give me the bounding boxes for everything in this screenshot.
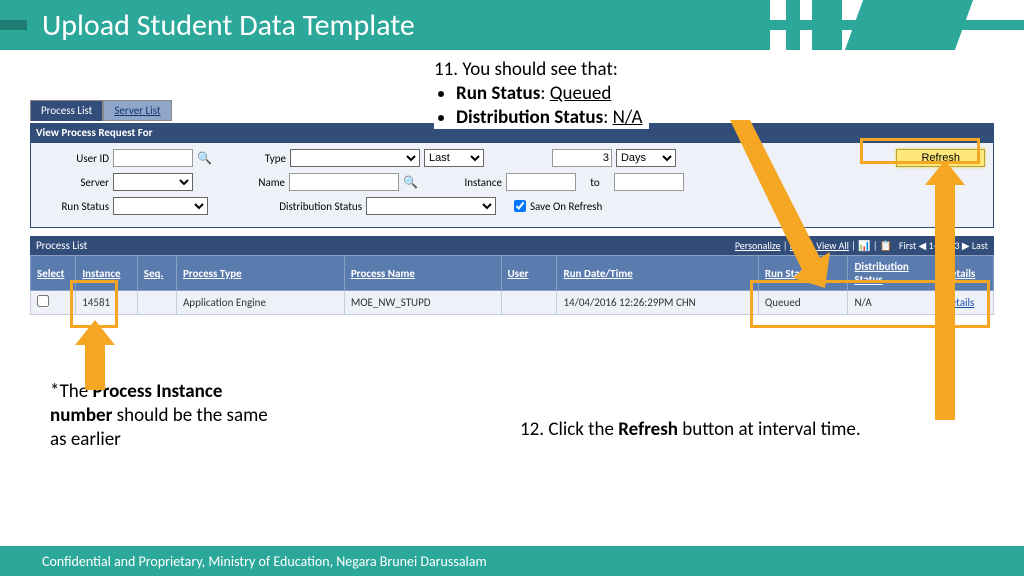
col-run-status[interactable]: Run Status: [758, 256, 848, 291]
personalize-link[interactable]: Personalize: [735, 239, 781, 252]
table-row: 14581 Application Engine MOE_NW_STUPD 14…: [31, 291, 994, 315]
label-instance: Instance: [422, 176, 502, 189]
process-list-title: Process List: [36, 239, 87, 252]
screenshot-panel: Process List Server List View Process Re…: [30, 100, 994, 315]
cell-run-datetime: 14/04/2016 12:26:29PM CHN: [557, 291, 758, 315]
note-step-12: 12. Click the Refresh button at interval…: [520, 418, 861, 442]
dist-status-select[interactable]: [366, 197, 496, 215]
col-dist-status[interactable]: Distribution Status: [848, 256, 938, 291]
col-user[interactable]: User: [501, 256, 557, 291]
title-stripe: [812, 0, 842, 50]
last-link[interactable]: Last: [972, 239, 988, 252]
grid-header-row: Select Instance Seq. Process Type Proces…: [31, 256, 994, 291]
save-on-refresh-checkbox[interactable]: [514, 200, 526, 212]
note-instance: *The Process Instance number should be t…: [50, 380, 280, 451]
run-status-select[interactable]: [113, 197, 208, 215]
col-process-name[interactable]: Process Name: [344, 256, 501, 291]
label-save-on-refresh: Save On Refresh: [530, 200, 602, 213]
process-list-header: Process List Personalize | Find | View A…: [30, 236, 994, 255]
label-name: Name: [215, 176, 285, 189]
col-details[interactable]: Details: [937, 256, 993, 291]
title-bar: Upload Student Data Template: [0, 0, 1024, 50]
cell-run-status: Queued: [758, 291, 848, 315]
footer-bar: Confidential and Proprietary, Ministry o…: [0, 546, 1024, 576]
slide-title: Upload Student Data Template: [42, 7, 415, 44]
label-to: to: [580, 176, 610, 189]
note-text: Refresh: [618, 418, 678, 441]
note-text: *The: [50, 380, 92, 403]
note-text: 11. You should see that:: [434, 58, 643, 82]
filter-box: User ID 🔍 Type Last Days Refresh Server …: [30, 142, 994, 228]
label-type: Type: [216, 152, 286, 165]
note-step-11: 11. You should see that: Run Status: Que…: [434, 58, 649, 129]
label-dist-status: Distribution Status: [212, 200, 362, 213]
label-run-status: Run Status: [39, 200, 109, 213]
note-text: Distribution Status: [456, 106, 603, 129]
cell-process-type: Application Engine: [176, 291, 344, 315]
cell-dist-status: N/A: [848, 291, 938, 315]
tab-server-list[interactable]: Server List: [103, 100, 171, 121]
title-stripe: [786, 0, 800, 50]
note-text: N/A: [613, 106, 643, 129]
note-text: Run Status: [456, 82, 540, 105]
lookup-icon[interactable]: 🔍: [403, 175, 418, 190]
refresh-button[interactable]: Refresh: [896, 149, 985, 167]
title-stripe: [845, 0, 973, 50]
server-select[interactable]: [113, 173, 193, 191]
name-input[interactable]: [289, 173, 399, 191]
find-link[interactable]: Find: [790, 239, 807, 252]
type-select[interactable]: [290, 149, 420, 167]
lookup-icon[interactable]: 🔍: [197, 151, 212, 166]
paging-text: 1-3 of 3: [929, 239, 960, 252]
note-text: button at interval time.: [678, 418, 861, 441]
process-grid: Select Instance Seq. Process Type Proces…: [30, 255, 994, 315]
footer-text: Confidential and Proprietary, Ministry o…: [42, 553, 487, 570]
last-select[interactable]: Last: [424, 149, 484, 167]
user-id-input[interactable]: [113, 149, 193, 167]
tab-process-list[interactable]: Process List: [30, 100, 103, 121]
instance-to-input[interactable]: [614, 173, 684, 191]
note-text: Queued: [550, 82, 612, 105]
instance-from-input[interactable]: [506, 173, 576, 191]
cell-seq: [137, 291, 176, 315]
days-unit-select[interactable]: Days: [616, 149, 676, 167]
col-instance[interactable]: Instance: [76, 256, 138, 291]
view-all-link[interactable]: View All: [816, 239, 849, 252]
col-run-datetime[interactable]: Run Date/Time: [557, 256, 758, 291]
col-seq[interactable]: Seq.: [137, 256, 176, 291]
col-select[interactable]: Select: [31, 256, 76, 291]
grid-toolbar: Personalize | Find | View All | 📊 | 📋 Fi…: [735, 239, 988, 252]
label-user-id: User ID: [39, 152, 109, 165]
cell-process-name: MOE_NW_STUPD: [344, 291, 501, 315]
first-link[interactable]: First: [899, 239, 916, 252]
cell-instance: 14581: [76, 291, 138, 315]
title-ribbon: Upload Student Data Template: [0, 0, 770, 50]
details-link[interactable]: Details: [944, 296, 974, 309]
label-server: Server: [39, 176, 109, 189]
col-process-type[interactable]: Process Type: [176, 256, 344, 291]
note-text: 12. Click the: [520, 418, 618, 441]
cell-user: [501, 291, 557, 315]
row-select-checkbox[interactable]: [37, 295, 49, 307]
days-count-input[interactable]: [552, 149, 612, 167]
